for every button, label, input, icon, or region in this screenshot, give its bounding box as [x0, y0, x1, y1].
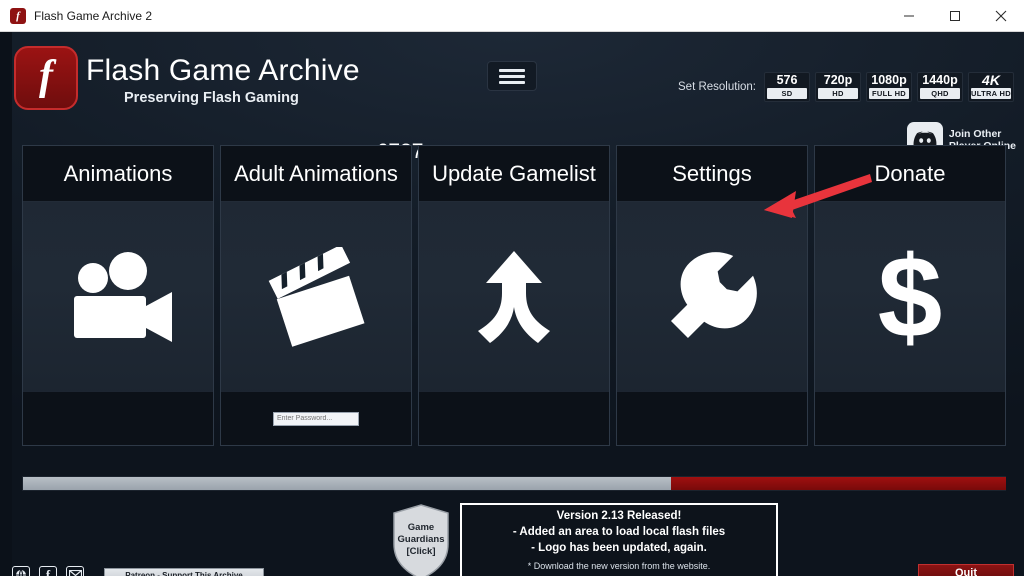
- card-settings[interactable]: Settings: [616, 145, 808, 446]
- resolution-option-top: 720p: [823, 73, 853, 87]
- dollar-sign-icon: $: [815, 202, 1005, 391]
- app-root: f Flash Game Archive Preserving Flash Ga…: [0, 32, 1024, 576]
- video-camera-icon: [23, 202, 213, 391]
- footer-links: f Patreon - Support This Archive: [12, 566, 264, 576]
- card-footer: [221, 391, 411, 445]
- page-subtitle: Preserving Flash Gaming: [124, 90, 299, 106]
- card-donate[interactable]: Donate $: [814, 145, 1006, 446]
- app-icon-letter: f: [16, 9, 20, 22]
- app-left-edge: [0, 32, 12, 576]
- resolution-buttons: 576 SD 720p HD 1080p FULL HD 1440p QHD 4…: [764, 72, 1014, 102]
- card-header: Update Gamelist: [419, 146, 609, 202]
- card-title: Adult Animations: [234, 160, 398, 186]
- resolution-option-top: 576: [776, 73, 798, 87]
- card-title: Update Gamelist: [432, 160, 596, 186]
- game-guardians-button[interactable]: Game Guardians [Click]: [392, 504, 450, 576]
- resolution-option-bottom: SD: [767, 88, 807, 99]
- horizontal-scrollbar[interactable]: [22, 476, 1006, 491]
- cards-row: Animations Adult Animations Enter Passwo…: [22, 145, 1006, 446]
- mail-icon[interactable]: [66, 566, 84, 576]
- shield-line1: Game: [407, 522, 435, 533]
- game-guardians-label: Game Guardians [Click]: [392, 522, 450, 558]
- changelog-line-1: - Added an area to load local flash file…: [512, 526, 726, 538]
- password-input[interactable]: [273, 411, 359, 426]
- changelog-note: * Download the new version from the webs…: [527, 561, 711, 571]
- resolution-option-4k[interactable]: 4K ULTRA HD: [968, 72, 1014, 102]
- card-header: Settings: [617, 146, 807, 202]
- card-footer: [617, 391, 807, 445]
- card-header: Donate: [815, 146, 1005, 202]
- resolution-option-top: 1080p: [871, 73, 907, 87]
- window-maximize-button[interactable]: [932, 0, 978, 32]
- resolution-option-bottom: ULTRA HD: [971, 88, 1011, 99]
- facebook-glyph: f: [45, 567, 51, 576]
- resolution-option-bottom: HD: [818, 88, 858, 99]
- window-close-button[interactable]: [978, 0, 1024, 32]
- clapperboard-icon: [221, 202, 411, 391]
- menu-line: [499, 74, 525, 78]
- shield-line2: Guardians: [397, 534, 445, 545]
- card-footer: [815, 391, 1005, 445]
- card-title: Settings: [672, 160, 752, 186]
- resolution-option-576[interactable]: 576 SD: [764, 72, 810, 102]
- window-title-text: Flash Game Archive 2: [34, 8, 153, 23]
- resolution-option-720p[interactable]: 720p HD: [815, 72, 861, 102]
- resolution-option-bottom: QHD: [920, 88, 960, 99]
- page-title: Flash Game Archive: [86, 54, 360, 87]
- globe-icon[interactable]: [12, 566, 30, 576]
- quit-block: Quit Version 2.13: [918, 564, 1014, 576]
- resolution-option-1080p[interactable]: 1080p FULL HD: [866, 72, 912, 102]
- card-header: Animations: [23, 146, 213, 202]
- card-title: Animations: [63, 160, 173, 186]
- card-header: Adult Animations: [221, 146, 411, 202]
- resolution-label: Set Resolution:: [678, 81, 756, 93]
- discord-label-line1: Join Other: [948, 128, 1002, 140]
- flash-logo-letter: f: [39, 53, 53, 99]
- facebook-icon[interactable]: f: [39, 566, 57, 576]
- scrollbar-thumb[interactable]: [671, 477, 1006, 490]
- resolution-selector: Set Resolution: 576 SD 720p HD 1080p FUL…: [678, 72, 1014, 102]
- window-titlebar: f Flash Game Archive 2: [0, 0, 1024, 32]
- resolution-option-1440p[interactable]: 1440p QHD: [917, 72, 963, 102]
- changelog-panel: Version 2.13 Released! - Added an area t…: [460, 503, 778, 576]
- app-icon: f: [10, 7, 26, 24]
- menu-line: [499, 80, 525, 84]
- flash-logo-icon: f: [14, 46, 78, 110]
- changelog-line-2: - Logo has been updated, again.: [531, 542, 707, 554]
- card-animations[interactable]: Animations: [22, 145, 214, 446]
- card-footer: [23, 391, 213, 445]
- scrollbar-track[interactable]: [23, 477, 671, 490]
- quit-button[interactable]: Quit: [918, 564, 1014, 576]
- shield-line3: [Click]: [406, 546, 436, 557]
- hamburger-menu-icon[interactable]: [487, 61, 537, 91]
- wrench-icon: [617, 202, 807, 391]
- card-footer: [419, 391, 609, 445]
- resolution-option-bottom: FULL HD: [869, 88, 909, 99]
- menu-line: [499, 68, 525, 72]
- window-minimize-button[interactable]: [886, 0, 932, 32]
- card-update-gamelist[interactable]: Update Gamelist: [418, 145, 610, 446]
- window-title-group: f Flash Game Archive 2: [0, 7, 886, 24]
- resolution-option-top: 4K: [982, 72, 1000, 88]
- resolution-option-top: 1440p: [922, 73, 958, 87]
- patreon-button[interactable]: Patreon - Support This Archive: [104, 567, 264, 576]
- merge-arrow-icon: [419, 202, 609, 391]
- card-adult-animations[interactable]: Adult Animations: [220, 145, 412, 446]
- card-title: Donate: [874, 160, 946, 186]
- changelog-title: Version 2.13 Released!: [556, 510, 682, 522]
- svg-text:$: $: [878, 241, 943, 353]
